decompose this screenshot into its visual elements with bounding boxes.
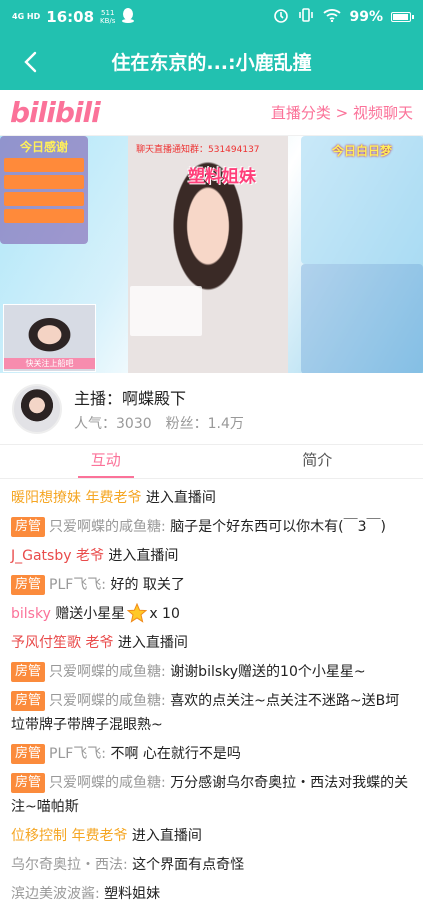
chat-text: 进入直播间 [108, 548, 179, 564]
rank-panel [301, 264, 423, 373]
streamer-thumbnail: 快关注上船吧 [3, 304, 96, 372]
page-title: 住在东京的...:小鹿乱撞 [111, 52, 312, 74]
thanks-panel-title: 今日感谢 [19, 140, 68, 154]
chat-text: 不啊 心在就行不是吗 [110, 746, 241, 762]
chat-text: 这个界面有点奇怪 [132, 857, 245, 873]
chat-username[interactable]: 只爱啊蝶的咸鱼糖: [49, 693, 166, 709]
chat-text: 塑料姐妹 [104, 886, 161, 902]
status-bar: 4G HD 16:08 511 KB/s 99% [0, 0, 423, 33]
chat-message: 乌尔奇奥拉・西法: 这个界面有点奇怪 [11, 853, 412, 877]
gift-count: x 10 [149, 606, 180, 622]
chat-message: 位移控制 年费老爷 进入直播间 [11, 824, 412, 848]
chat-username[interactable]: PLF飞飞: [49, 746, 106, 762]
thanks-row [4, 209, 84, 223]
chat-message: bilsky 赠送小星星 x 10 [11, 602, 412, 626]
chat-text: 进入直播间 [117, 635, 188, 651]
chat-message: 房管 PLF飞飞: 不啊 心在就行不是吗 [11, 742, 412, 766]
tab-intro[interactable]: 简介 [212, 445, 423, 478]
chat-username[interactable]: 予风付笙歌 老爷 [11, 635, 113, 651]
anchor-name: 主播：啊蝶殿下 [74, 388, 187, 408]
vibrate-icon [297, 7, 315, 27]
fans-count: 粉丝：1.4万 [165, 415, 244, 432]
chevron-left-icon [24, 51, 37, 72]
chat-text: 进入直播间 [131, 828, 202, 844]
title-bar: 住在东京的...:小鹿乱撞 [0, 33, 423, 90]
moderator-badge: 房管 [11, 517, 46, 537]
chat-message: 滨边美波波酱: 塑料姐妹 [11, 882, 412, 906]
network-speed: 511 KB/s [100, 9, 115, 25]
moderator-badge: 房管 [11, 662, 46, 682]
moderator-badge: 房管 [11, 773, 46, 793]
clock: 16:08 [46, 7, 95, 26]
category-breadcrumb[interactable]: 直播分类 > 视频聊天 [271, 102, 413, 123]
star-gift-icon [127, 603, 148, 623]
popularity-count: 人气：3030 [74, 415, 152, 432]
network-speed-unit: KB/s [100, 16, 116, 25]
wifi-icon [323, 8, 342, 26]
tab-interaction[interactable]: 互动 [0, 445, 212, 478]
thanks-row [4, 158, 84, 172]
chat-message: 予风付笙歌 老爷 进入直播间 [11, 631, 412, 655]
live-video-player[interactable]: 今日感谢 聊天直播通知群：531494137 塑料姐妹 今日白日梦 快关注上船吧 [0, 136, 423, 373]
chat-message: 暖阳想撩妹 年费老爷 进入直播间 [11, 486, 412, 510]
chat-username[interactable]: bilsky [11, 606, 51, 622]
alarm-icon [273, 7, 289, 27]
battery-icon [391, 11, 414, 22]
chat-username[interactable]: J_Gatsby 老爷 [11, 548, 104, 564]
chat-username[interactable]: 暖阳想撩妹 年费老爷 [11, 490, 141, 506]
chat-message: 房管 只爱啊蝶的咸鱼糖: 喜欢的点关注~点关注不迷路~送B坷垃带牌子带牌子混眼熟~ [11, 689, 412, 737]
streamer-camera: 聊天直播通知群：531494137 塑料姐妹 [128, 136, 288, 373]
chat-username[interactable]: 只爱啊蝶的咸鱼糖: [49, 519, 166, 535]
chat-username[interactable]: 乌尔奇奥拉・西法: [11, 857, 128, 873]
chat-text: 脑子是个好东西可以你木有(￣3￣) [170, 519, 387, 535]
chat-text: 进入直播间 [145, 490, 216, 506]
moderator-badge: 房管 [11, 744, 46, 764]
avatar[interactable] [12, 383, 62, 434]
chat-username[interactable]: 滨边美波波酱: [11, 886, 100, 902]
chat-text: 赠送小星星 [55, 606, 126, 622]
chat-message: 房管 只爱啊蝶的咸鱼糖: 脑子是个好东西可以你木有(￣3￣) [11, 515, 412, 539]
chat-list: 暖阳想撩妹 年费老爷 进入直播间 房管 只爱啊蝶的咸鱼糖: 脑子是个好东西可以你木有… [0, 479, 423, 906]
chat-username[interactable]: 位移控制 年费老爷 [11, 828, 127, 844]
qq-notification-icon [121, 7, 135, 27]
signal-indicator: 4G HD [12, 11, 41, 21]
stream-note [130, 286, 202, 336]
chat-username[interactable]: 只爱啊蝶的咸鱼糖: [49, 664, 166, 680]
chat-text: 好的 取关了 [110, 577, 185, 593]
bilibili-header: bilibili 直播分类 > 视频聊天 [0, 90, 423, 136]
chat-message: J_Gatsby 老爷 进入直播间 [11, 544, 412, 568]
chat-text: 谢谢bilsky赠送的10个小星星~ [170, 664, 366, 680]
anchor-info: 主播：啊蝶殿下 人气：3030 粉丝：1.4万 [0, 373, 423, 445]
chat-message: 房管 PLF飞飞: 好的 取关了 [11, 573, 412, 597]
moderator-badge: 房管 [11, 575, 46, 595]
thumbnail-caption: 快关注上船吧 [4, 358, 95, 369]
back-button[interactable] [0, 33, 60, 90]
network-speed-value: 511 [101, 8, 115, 17]
daydream-panel-title: 今日白日梦 [331, 144, 392, 158]
chat-message: 房管 只爱啊蝶的咸鱼糖: 谢谢bilsky赠送的10个小星星~ [11, 660, 412, 684]
battery-percent: 99% [349, 8, 383, 25]
stream-sticker: 塑料姐妹 [188, 167, 256, 187]
bilibili-logo[interactable]: bilibili [10, 96, 101, 129]
thanks-row [4, 175, 84, 189]
battery-fill [393, 13, 408, 20]
chat-username[interactable]: PLF飞飞: [49, 577, 106, 593]
tab-bar: 互动 简介 [0, 445, 423, 479]
daydream-panel: 今日白日梦 [301, 136, 423, 264]
group-notice: 聊天直播通知群：531494137 [136, 145, 260, 155]
chat-username[interactable]: 只爱啊蝶的咸鱼糖: [49, 775, 166, 791]
chat-message: 房管 只爱啊蝶的咸鱼糖: 万分感谢乌尔奇奥拉・西法对我蝶的关注~喵帕斯 [11, 771, 412, 819]
thanks-panel: 今日感谢 [0, 136, 88, 244]
top-bar: 4G HD 16:08 511 KB/s 99% 住在东京的...:小鹿乱撞 [0, 0, 423, 90]
thanks-row [4, 192, 84, 206]
moderator-badge: 房管 [11, 691, 46, 711]
